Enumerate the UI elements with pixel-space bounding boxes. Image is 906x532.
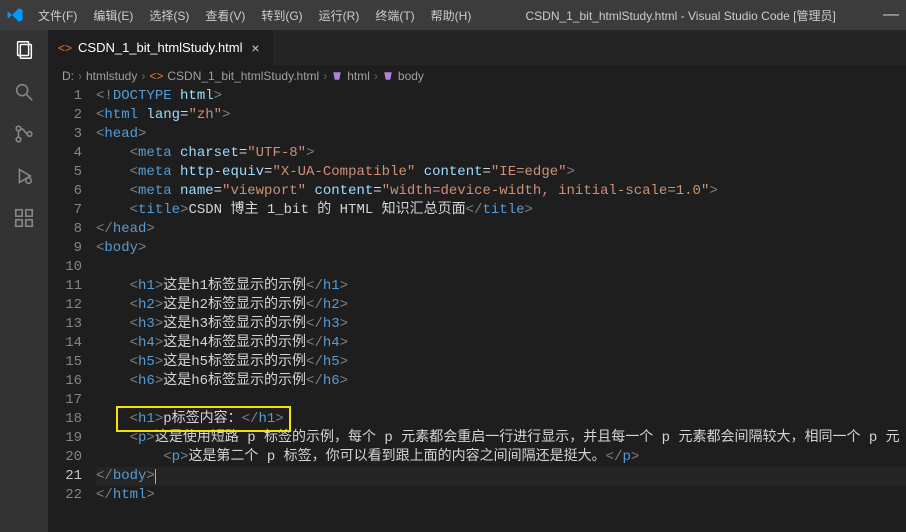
code-line[interactable]: <!DOCTYPE html> (96, 87, 906, 106)
menu-file[interactable]: 文件(F) (30, 3, 85, 28)
code-line[interactable]: <p>这是第二个 p 标签，你可以看到跟上面的内容之间间隔还是挺大。</p> (96, 448, 906, 467)
code-line[interactable]: <h1>p标签内容：</h1> (96, 410, 906, 429)
chevron-right-icon: › (323, 69, 327, 83)
code-line[interactable]: </head> (96, 220, 906, 239)
html-file-icon: <> (149, 69, 163, 83)
editor-tab[interactable]: <> CSDN_1_bit_htmlStudy.html × (48, 30, 274, 65)
code-line[interactable]: </body> (96, 467, 906, 486)
code-line[interactable]: <h3>这是h3标签显示的示例</h3> (96, 315, 906, 334)
code-line[interactable]: <h6>这是h6标签显示的示例</h6> (96, 372, 906, 391)
code-line[interactable]: <meta name="viewport" content="width=dev… (96, 182, 906, 201)
line-number-gutter: 12345678910111213141516171819202122 (48, 87, 96, 532)
breadcrumb-part[interactable]: htmlstudy (86, 69, 137, 83)
window-title: CSDN_1_bit_htmlStudy.html - Visual Studi… (479, 7, 882, 24)
menu-edit[interactable]: 编辑(E) (85, 3, 141, 28)
code-line[interactable]: <head> (96, 125, 906, 144)
breadcrumb-part[interactable]: D: (62, 69, 74, 83)
code-line[interactable]: <h4>这是h4标签显示的示例</h4> (96, 334, 906, 353)
code-line[interactable]: <h2>这是h2标签显示的示例</h2> (96, 296, 906, 315)
close-icon[interactable]: × (249, 40, 263, 56)
menu-bar: 文件(F) 编辑(E) 选择(S) 查看(V) 转到(G) 运行(R) 终端(T… (30, 3, 479, 28)
breadcrumb-part[interactable]: CSDN_1_bit_htmlStudy.html (167, 69, 319, 83)
titlebar: 文件(F) 编辑(E) 选择(S) 查看(V) 转到(G) 运行(R) 终端(T… (0, 0, 906, 30)
breadcrumb-part[interactable]: html (347, 69, 370, 83)
menu-view[interactable]: 查看(V) (197, 3, 253, 28)
menu-help[interactable]: 帮助(H) (423, 3, 480, 28)
code-line[interactable]: <meta http-equiv="X-UA-Compatible" conte… (96, 163, 906, 182)
vscode-logo-icon (6, 6, 24, 24)
menu-select[interactable]: 选择(S) (141, 3, 197, 28)
code-content[interactable]: <!DOCTYPE html><html lang="zh"><head> <m… (96, 87, 906, 532)
breadcrumb[interactable]: D: › htmlstudy › <> CSDN_1_bit_htmlStudy… (48, 65, 906, 87)
run-debug-icon[interactable] (10, 162, 38, 190)
code-line[interactable]: <body> (96, 239, 906, 258)
extensions-icon[interactable] (10, 204, 38, 232)
code-line[interactable]: <p>这是使用短路 p 标签的示例，每个 p 元素都会重启一行进行显示，并且每一… (96, 429, 906, 448)
chevron-right-icon: › (78, 69, 82, 83)
code-line[interactable] (96, 391, 906, 410)
activity-bar (0, 30, 48, 532)
source-control-icon[interactable] (10, 120, 38, 148)
explorer-icon[interactable] (10, 36, 38, 64)
chevron-right-icon: › (374, 69, 378, 83)
tab-filename: CSDN_1_bit_htmlStudy.html (78, 40, 243, 55)
menu-run[interactable]: 运行(R) (311, 3, 368, 28)
breadcrumb-part[interactable]: body (398, 69, 424, 83)
code-line[interactable]: <h1>这是h1标签显示的示例</h1> (96, 277, 906, 296)
code-line[interactable] (96, 258, 906, 277)
code-line[interactable]: <h5>这是h5标签显示的示例</h5> (96, 353, 906, 372)
minimize-icon[interactable]: — (882, 6, 900, 24)
html-file-icon: <> (58, 41, 72, 55)
text-cursor (155, 469, 156, 484)
code-line[interactable]: <html lang="zh"> (96, 106, 906, 125)
code-line[interactable]: <meta charset="UTF-8"> (96, 144, 906, 163)
chevron-right-icon: › (141, 69, 145, 83)
menu-terminal[interactable]: 终端(T) (367, 3, 422, 28)
code-line[interactable]: </html> (96, 486, 906, 505)
editor-area: <> CSDN_1_bit_htmlStudy.html × D: › html… (48, 30, 906, 532)
symbol-icon (382, 70, 394, 82)
tab-bar: <> CSDN_1_bit_htmlStudy.html × (48, 30, 906, 65)
symbol-icon (331, 70, 343, 82)
code-line[interactable]: <title>CSDN 博主 1_bit 的 HTML 知识汇总页面</titl… (96, 201, 906, 220)
search-icon[interactable] (10, 78, 38, 106)
menu-go[interactable]: 转到(G) (253, 3, 310, 28)
code-editor[interactable]: 12345678910111213141516171819202122 <!DO… (48, 87, 906, 532)
